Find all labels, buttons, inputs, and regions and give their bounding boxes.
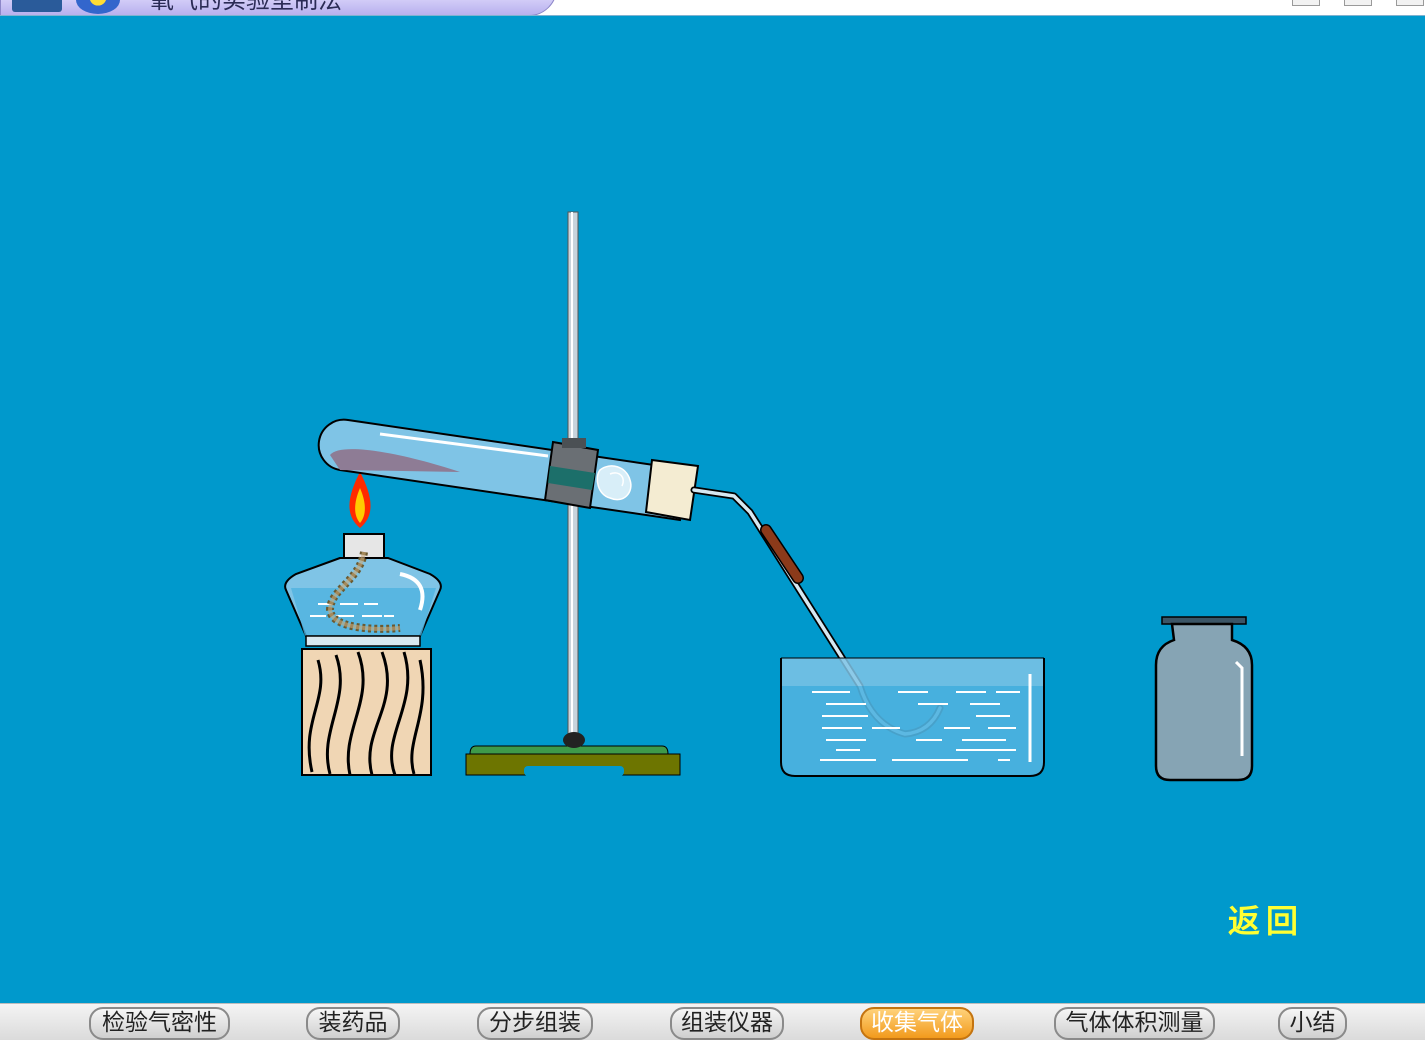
nav-gas-volume-measurement-button[interactable]: 气体体积测量 — [1054, 1007, 1215, 1040]
nav-stepwise-assembly-button[interactable]: 分步组装 — [477, 1007, 593, 1040]
clamp-icon — [543, 438, 600, 510]
wooden-block-icon — [301, 648, 432, 776]
page-title: 氧气的实验室制法 — [150, 0, 342, 14]
gas-bottle-icon — [1154, 616, 1254, 782]
bottom-nav-bar: 检验气密性 装药品 分步组装 组装仪器 收集气体 气体体积测量 小结 — [0, 1003, 1425, 1040]
alcohol-lamp-icon — [284, 533, 442, 647]
nav-summary-button[interactable]: 小结 — [1278, 1007, 1347, 1040]
nav-load-reagent-button[interactable]: 装药品 — [306, 1007, 400, 1040]
apparatus-scene — [284, 211, 1254, 782]
minimize-button[interactable] — [1292, 0, 1320, 6]
publisher-logo-icon — [12, 0, 62, 12]
maximize-button[interactable] — [1344, 0, 1372, 6]
title-bar: 氧气的实验室制法 — [0, 0, 1425, 16]
water-trough-icon — [780, 657, 1045, 777]
flame-icon — [349, 472, 371, 528]
nav-collect-gas-button[interactable]: 收集气体 — [860, 1007, 974, 1040]
nav-assemble-apparatus-button[interactable]: 组装仪器 — [670, 1007, 784, 1040]
nav-check-airtightness-button[interactable]: 检验气密性 — [89, 1007, 230, 1040]
rubber-stopper-icon — [644, 458, 700, 522]
app-window: 氧气的实验室制法 返回 检验气密性 装药品 分步组装 组装仪器 收集气体 气体体… — [0, 0, 1425, 1040]
return-button[interactable]: 返回 — [1228, 896, 1304, 942]
close-button[interactable] — [1396, 0, 1424, 6]
test-tube-icon — [317, 418, 690, 522]
